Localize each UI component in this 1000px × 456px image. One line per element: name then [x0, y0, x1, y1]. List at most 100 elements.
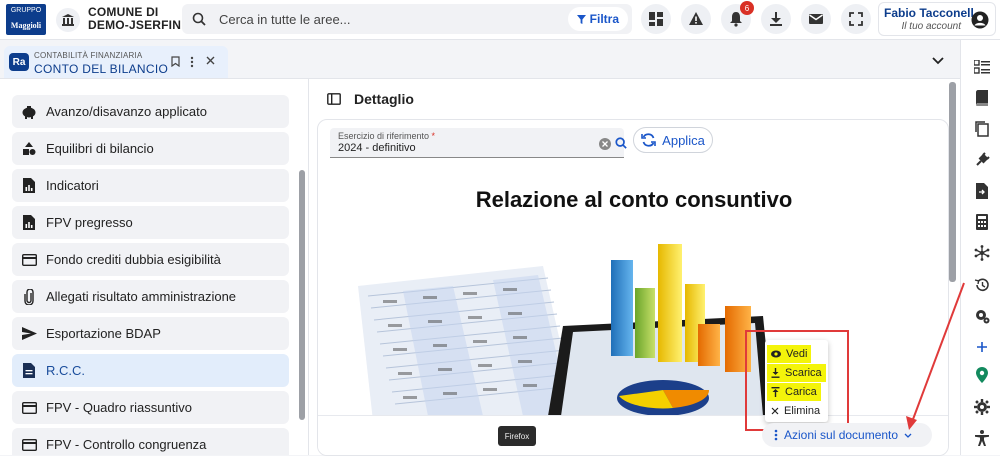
- bookmark-icon[interactable]: [171, 56, 180, 70]
- detail-title: Dettaglio: [354, 91, 414, 107]
- document-actions-button[interactable]: Azioni sul documento: [762, 423, 932, 447]
- sidebar-item-label: Avanzo/disavanzo applicato: [46, 104, 207, 119]
- sidebar-item-fondo-crediti[interactable]: Fondo crediti dubbia esigibilità: [12, 243, 289, 276]
- sidebar-item-label: Esportazione BDAP: [46, 326, 161, 341]
- copy-icon[interactable]: [973, 120, 991, 138]
- esercizio-field[interactable]: Esercizio di riferimento * 2024 - defini…: [330, 128, 627, 158]
- send-icon: [12, 327, 46, 340]
- hub-icon[interactable]: [973, 244, 991, 262]
- sidebar-item-label: Fondo crediti dubbia esigibilità: [46, 252, 221, 267]
- report-illustration: [358, 244, 773, 416]
- document-card: Esercizio di riferimento * 2024 - defini…: [317, 119, 949, 456]
- gear-icon[interactable]: [973, 398, 991, 416]
- tab-conto-del-bilancio[interactable]: Ra CONTABILITÀ FINANZIARIA CONTO DEL BIL…: [4, 46, 228, 78]
- mail-button[interactable]: [801, 4, 831, 34]
- history-icon[interactable]: [973, 276, 991, 294]
- warning-icon: [689, 12, 703, 25]
- chevron-down-icon: [904, 433, 912, 438]
- user-name: Fabio Tacconell...: [884, 6, 976, 20]
- book-icon[interactable]: [973, 89, 991, 107]
- document-title: Relazione al conto consuntivo: [475, 187, 793, 212]
- sidebar-item-label: R.C.C.: [46, 363, 85, 378]
- dashboard-icon: [649, 12, 663, 26]
- filter-icon: [576, 14, 586, 24]
- apply-label: Applica: [662, 132, 705, 148]
- sidebar-item-avanzo[interactable]: Avanzo/disavanzo applicato: [12, 95, 289, 128]
- calculator-icon[interactable]: [973, 213, 991, 231]
- firefox-tooltip: Firefox: [498, 426, 536, 446]
- municipality-name: COMUNE DI DEMO-JSERFIN: [88, 6, 181, 32]
- annotation-highlight-box: [745, 330, 849, 431]
- apply-button[interactable]: Applica: [633, 127, 713, 153]
- sidebar-toggle-icon[interactable]: [327, 92, 341, 110]
- download-button[interactable]: [761, 4, 791, 34]
- piggy-bank-icon: [12, 105, 46, 119]
- document-actions-label: Azioni sul documento: [784, 428, 899, 442]
- sidebar-item-label: Indicatori: [46, 178, 99, 193]
- pie-chart-3d: [617, 380, 710, 416]
- notifications-button[interactable]: 6: [721, 1, 754, 34]
- sidebar-menu: Avanzo/disavanzo applicato Equilibri di …: [0, 78, 308, 455]
- more-vert-icon[interactable]: [190, 56, 194, 71]
- esercizio-label: Esercizio di riferimento *: [338, 131, 436, 141]
- paperclip-icon: [12, 288, 46, 305]
- accessibility-icon[interactable]: [973, 429, 991, 447]
- top-bar: GRUPPO Maggioli COMUNE DI DEMO-JSERFIN C…: [0, 0, 1000, 40]
- tab-title: CONTO DEL BILANCIO: [34, 62, 169, 76]
- tab-strip: Ra CONTABILITÀ FINANZIARIA CONTO DEL BIL…: [0, 42, 960, 78]
- sidebar-item-rcc[interactable]: R.C.C.: [12, 354, 289, 387]
- sidebar-item-fpv-quadro[interactable]: FPV - Quadro riassuntivo: [12, 391, 289, 424]
- clear-icon[interactable]: [599, 137, 611, 155]
- municipality-icon: [56, 8, 80, 32]
- module-badge: Ra: [9, 53, 29, 71]
- credit-card-icon: [12, 401, 46, 414]
- logo-top-text: GRUPPO: [10, 7, 42, 14]
- sidebar-item-allegati[interactable]: Allegati risultato amministrazione: [12, 280, 289, 313]
- warning-button[interactable]: [681, 4, 711, 34]
- chevron-down-icon[interactable]: [932, 52, 944, 70]
- municipality-line2: DEMO-JSERFIN: [88, 18, 182, 32]
- maggioli-logo[interactable]: GRUPPO Maggioli: [6, 4, 46, 35]
- refresh-icon: [641, 133, 656, 147]
- main-scrollbar[interactable]: [949, 82, 956, 282]
- sidebar-item-label: FPV pregresso: [46, 215, 133, 230]
- close-tab-icon[interactable]: [206, 56, 215, 68]
- credit-card-icon: [12, 253, 46, 266]
- user-account-button[interactable]: Fabio Tacconell... Il tuo account: [878, 2, 996, 36]
- filter-button[interactable]: Filtra: [567, 7, 628, 31]
- spreadsheet-paper: [358, 266, 577, 416]
- download-icon: [770, 12, 782, 26]
- credit-card-icon: [12, 438, 46, 451]
- search-input[interactable]: Cerca in tutte le aree...: [219, 12, 351, 27]
- right-toolbar: [960, 40, 1000, 455]
- sidebar-item-label: FPV - Quadro riassuntivo: [46, 400, 192, 415]
- mail-icon: [809, 14, 823, 24]
- add-icon[interactable]: [973, 338, 991, 356]
- sidebar-item-fpv-pregresso[interactable]: FPV pregresso: [12, 206, 289, 239]
- avatar-icon: [971, 11, 989, 34]
- tab-category: CONTABILITÀ FINANZIARIA: [34, 51, 143, 60]
- fullscreen-icon: [849, 12, 863, 26]
- report-icon: [12, 215, 46, 230]
- file-import-icon[interactable]: [973, 182, 991, 200]
- required-marker: *: [431, 131, 436, 141]
- list-view-icon[interactable]: [973, 58, 991, 76]
- document-icon: [12, 363, 46, 378]
- global-search[interactable]: Cerca in tutte le aree... Filtra: [182, 4, 632, 34]
- sidebar-item-fpv-controllo[interactable]: FPV - Controllo congruenza: [12, 428, 289, 455]
- settings-sync-icon[interactable]: [973, 307, 991, 325]
- dashboard-button[interactable]: [641, 4, 671, 34]
- search-icon[interactable]: [615, 136, 627, 154]
- sidebar-item-indicatori[interactable]: Indicatori: [12, 169, 289, 202]
- sidebar-item-equilibri[interactable]: Equilibri di bilancio: [12, 132, 289, 165]
- sidebar-item-esportazione-bdap[interactable]: Esportazione BDAP: [12, 317, 289, 350]
- more-vert-icon: [774, 429, 778, 441]
- map-pin-icon[interactable]: [973, 366, 991, 384]
- fullscreen-button[interactable]: [841, 4, 871, 34]
- plug-icon[interactable]: [973, 151, 991, 169]
- shapes-icon: [12, 141, 46, 156]
- detail-pane: Dettaglio Esercizio di riferimento * 202…: [308, 78, 960, 456]
- sidebar-scrollbar[interactable]: [299, 170, 305, 420]
- user-subtitle: Il tuo account: [901, 21, 961, 32]
- sidebar-item-label: Equilibri di bilancio: [46, 141, 154, 156]
